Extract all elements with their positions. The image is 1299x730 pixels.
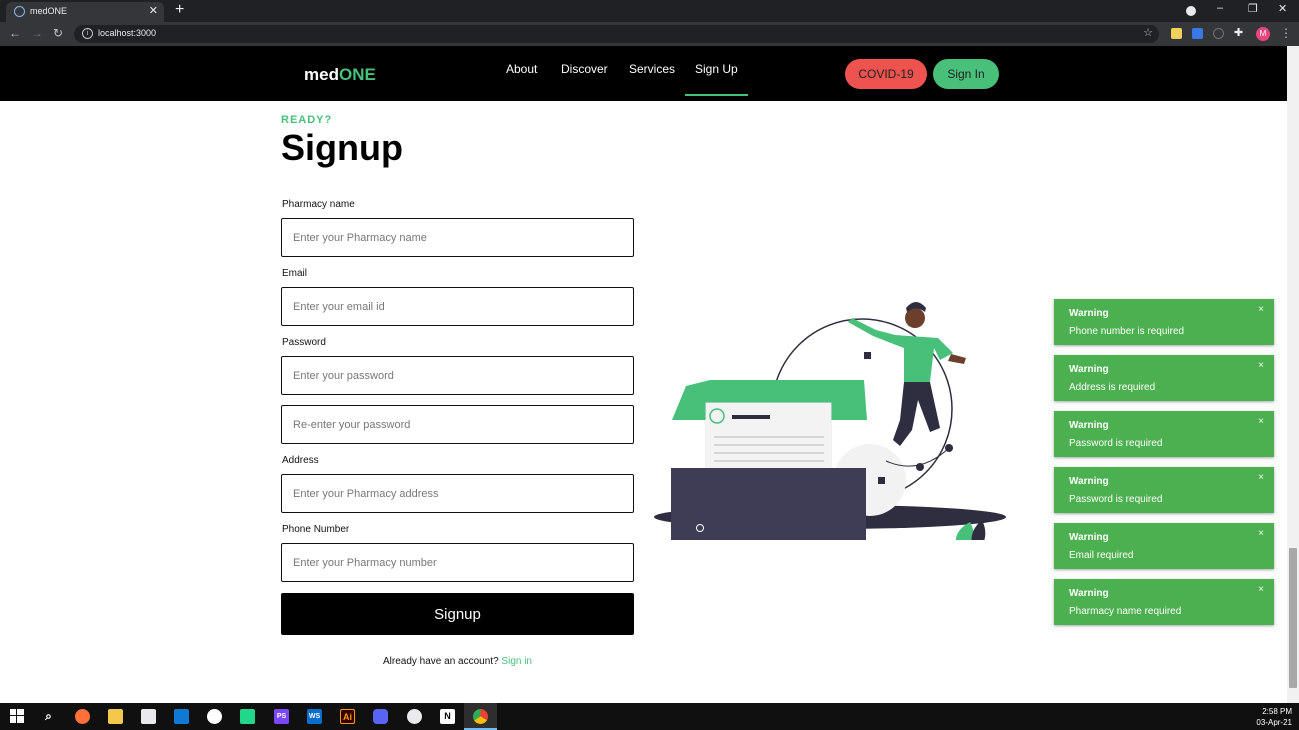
app-w-icon[interactable] — [207, 709, 222, 724]
profile-avatar[interactable]: M — [1256, 27, 1270, 41]
media-control-icon[interactable] — [1186, 6, 1196, 16]
toast-title: Warning — [1069, 308, 1109, 319]
extension-blue-icon[interactable] — [1192, 28, 1203, 39]
restore-button[interactable]: ❐ — [1248, 2, 1258, 15]
app-x-icon[interactable] — [407, 709, 422, 724]
search-icon[interactable]: ⌕ — [41, 709, 56, 724]
nav-link-about[interactable]: About — [506, 62, 537, 76]
chrome-icon[interactable] — [473, 709, 488, 724]
warning-toast: Warning Email required × — [1054, 523, 1274, 569]
toast-message: Password is required — [1069, 494, 1163, 505]
extension-disabled-icon[interactable] — [1213, 28, 1224, 39]
file-explorer-icon[interactable] — [108, 709, 123, 724]
browser-menu-icon[interactable]: ⋮ — [1280, 26, 1292, 40]
toast-message: Phone number is required — [1069, 326, 1185, 337]
toast-title: Warning — [1069, 364, 1109, 375]
warning-toast: Warning Pharmacy name required × — [1054, 579, 1274, 625]
tab-title: medONE — [30, 6, 68, 16]
toast-close-icon[interactable]: × — [1258, 472, 1264, 483]
discord-icon[interactable] — [373, 709, 388, 724]
system-clock[interactable]: 2:58 PM 03-Apr-21 — [1248, 706, 1292, 728]
warning-toast: Warning Password is required × — [1054, 411, 1274, 457]
windows-start-icon[interactable] — [9, 709, 24, 724]
warning-toast: Warning Phone number is required × — [1054, 299, 1274, 345]
signin-button[interactable]: Sign In — [933, 59, 999, 89]
site-navbar: medONE About Discover Services Sign Up C… — [0, 46, 1287, 101]
webstorm-icon[interactable]: WS — [307, 709, 322, 724]
toast-message: Password is required — [1069, 438, 1163, 449]
eyebrow-text: READY? — [281, 114, 333, 126]
password-label: Password — [282, 337, 326, 348]
notion-icon[interactable]: N — [440, 709, 455, 724]
toast-message: Address is required — [1069, 382, 1156, 393]
page-scrollbar[interactable] — [1287, 46, 1299, 703]
toast-close-icon[interactable]: × — [1258, 528, 1264, 539]
url-text: localhost:3000 — [98, 28, 157, 38]
address-label: Address — [282, 455, 319, 466]
envelope-illustration — [654, 302, 1006, 540]
toast-message: Pharmacy name required — [1069, 606, 1182, 617]
pharmacy-name-input[interactable] — [281, 218, 634, 257]
nav-link-signup[interactable]: Sign Up — [685, 62, 748, 96]
clock-time: 2:58 PM — [1262, 707, 1292, 716]
toast-close-icon[interactable]: × — [1258, 584, 1264, 595]
firefox-icon[interactable] — [75, 709, 90, 724]
nav-link-discover[interactable]: Discover — [561, 62, 608, 76]
browser-tab-bar: medONE ✕ + – ❐ ✕ — [0, 0, 1299, 22]
tab-close-icon[interactable]: ✕ — [149, 4, 158, 17]
address-input[interactable] — [281, 474, 634, 513]
phone-label: Phone Number — [282, 524, 350, 535]
page-title: Signup — [281, 127, 403, 168]
toast-title: Warning — [1069, 588, 1109, 599]
forward-arrow-icon[interactable]: → — [31, 26, 43, 40]
reload-icon[interactable]: ↻ — [53, 26, 63, 40]
extension-notes-icon[interactable] — [1171, 28, 1182, 39]
signin-link[interactable]: Sign in — [501, 656, 532, 667]
toast-message: Email required — [1069, 550, 1134, 561]
toast-close-icon[interactable]: × — [1258, 304, 1264, 315]
toast-title: Warning — [1069, 420, 1109, 431]
phpstorm-icon[interactable]: PS — [274, 709, 289, 724]
email-input[interactable] — [281, 287, 634, 326]
phone-input[interactable] — [281, 543, 634, 582]
window-close-button[interactable]: ✕ — [1278, 2, 1287, 15]
password-input[interactable] — [281, 356, 634, 395]
confirm-password-input[interactable] — [281, 405, 634, 444]
already-account-text: Already have an account? Sign in — [281, 656, 634, 667]
warning-toast: Warning Address is required × — [1054, 355, 1274, 401]
toast-title: Warning — [1069, 476, 1109, 487]
toast-close-icon[interactable]: × — [1258, 416, 1264, 427]
new-tab-button[interactable]: + — [175, 1, 184, 19]
extensions-puzzle-icon[interactable]: ✚ — [1234, 26, 1245, 39]
browser-toolbar: ← → ↻ i localhost:3000 ☆ ✚ M ⋮ — [0, 22, 1299, 46]
vscode-icon[interactable] — [174, 709, 189, 724]
store-icon[interactable] — [141, 709, 156, 724]
covid-button[interactable]: COVID-19 — [845, 59, 927, 89]
webpage: medONE About Discover Services Sign Up C… — [0, 46, 1287, 703]
signup-submit-button[interactable]: Signup — [281, 593, 634, 635]
email-label: Email — [282, 268, 308, 279]
brand-logo[interactable]: medONE — [304, 65, 376, 85]
warning-toast: Warning Password is required × — [1054, 467, 1274, 513]
react-favicon-icon — [14, 6, 25, 17]
minimize-button[interactable]: – — [1217, 2, 1223, 14]
illustrator-icon[interactable]: Ai — [340, 709, 355, 724]
already-account-label: Already have an account? — [383, 656, 499, 667]
back-arrow-icon[interactable]: ← — [9, 26, 21, 40]
clock-date: 03-Apr-21 — [1256, 718, 1292, 727]
site-info-icon[interactable]: i — [82, 28, 93, 39]
windows-taskbar: ⌕ PS WS Ai N 2:58 PM 03-Apr-21 — [0, 703, 1299, 730]
browser-tab[interactable]: medONE ✕ — [6, 2, 164, 22]
pycharm-icon[interactable] — [240, 709, 255, 724]
scrollbar-thumb[interactable] — [1289, 548, 1297, 688]
address-bar[interactable]: i localhost:3000 ☆ — [74, 25, 1159, 43]
nav-link-services[interactable]: Services — [629, 62, 675, 76]
brand-prefix: med — [304, 65, 339, 84]
toast-close-icon[interactable]: × — [1258, 360, 1264, 371]
bookmark-star-icon[interactable]: ☆ — [1143, 26, 1153, 39]
toast-title: Warning — [1069, 532, 1109, 543]
pharmacy-name-label: Pharmacy name — [282, 199, 355, 210]
brand-suffix: ONE — [338, 65, 376, 84]
